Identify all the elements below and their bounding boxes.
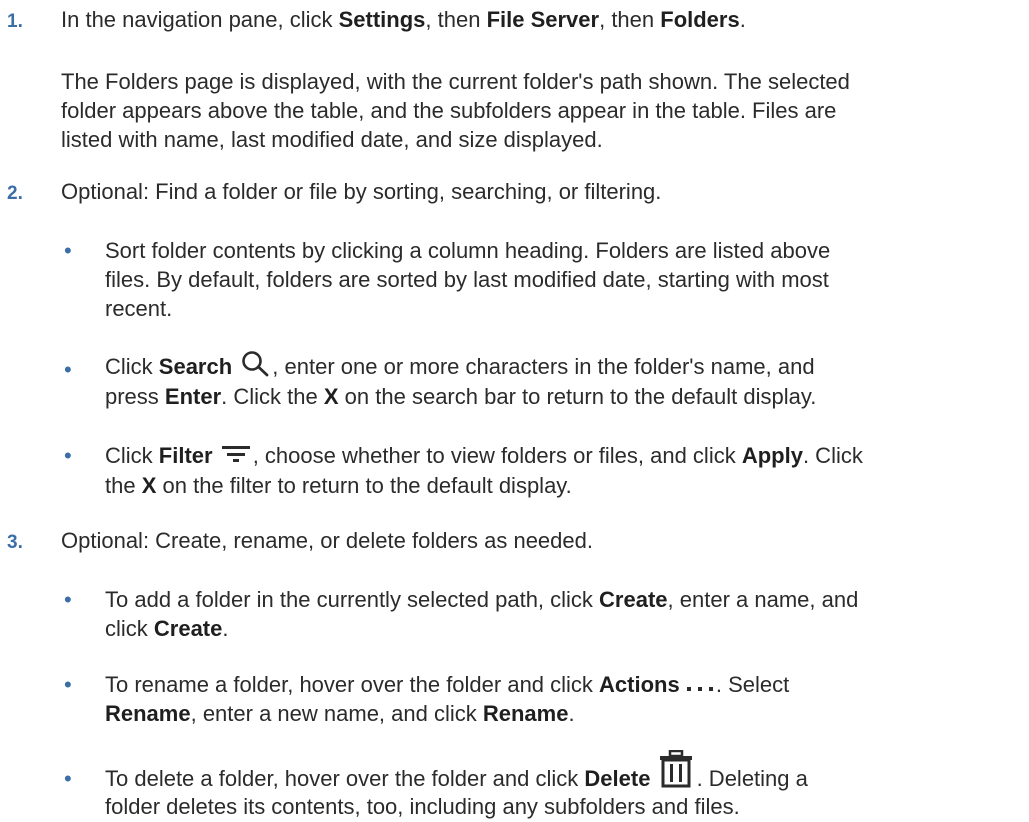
bullet-rename-line-1: To rename a folder, hover over the folde… [105,670,789,700]
bullet-delete-line-1: To delete a folder, hover over the folde… [105,750,808,794]
step-1-number: 1. [7,11,23,32]
filter-label: Filter [158,443,213,468]
bullet-sort-line-1: Sort folder contents by clicking a colum… [105,238,831,263]
text-span: on the filter to return to the default d… [156,473,572,498]
file-server-label: File Server [486,7,600,32]
text-span: . Click [802,443,863,468]
bullet: • [64,672,72,697]
text-span: on the search bar to return to the defau… [338,384,817,409]
ellipsis-icon [686,685,714,693]
text-span: , then [599,7,661,32]
step-1-para-line-2: folder appears above the table, and the … [61,98,837,123]
text-span: . [222,616,229,641]
text-span: To delete a folder, hover over the folde… [105,766,585,791]
text-span: To add a folder in the currently selecte… [105,587,600,612]
rename-label: Rename [105,701,191,726]
step-1-para-line-3: listed with name, last modified date, an… [61,127,603,152]
step-1-text: In the navigation pane, click Settings, … [61,5,746,35]
rename-label: Rename [482,701,569,726]
text-span: In the navigation pane, click [61,7,339,32]
bullet-rename-line-2: Rename, enter a new name, and click Rena… [105,699,575,729]
text-span: , enter a name, and [667,587,859,612]
text-span: Click [105,443,159,468]
bullet: • [64,357,72,382]
settings-label: Settings [338,7,426,32]
step-3-number: 3. [7,532,23,553]
document: 1. In the navigation pane, click Setting… [0,0,1029,819]
text-span: press [105,384,165,409]
search-label: Search [158,354,233,379]
create-label: Create [153,616,223,641]
text-span: . Deleting a [696,766,808,791]
text-span: . [568,701,575,726]
bullet-filter-line-2: the X on the filter to return to the def… [105,471,572,501]
enter-label: Enter [164,384,222,409]
create-label: Create [599,587,668,612]
search-icon [240,350,270,378]
apply-label: Apply [741,443,803,468]
text-span: . Click the [221,384,324,409]
bullet-search-line-1: Click Search , enter one or more charact… [105,350,815,382]
step-2-text: Optional: Find a folder or file by sorti… [61,179,662,204]
bullet-sort-line-2: files. By default, folders are sorted by… [105,267,829,292]
folders-label: Folders [660,7,740,32]
bullet: • [64,587,72,612]
text-span: To rename a folder, hover over the folde… [105,672,600,697]
delete-label: Delete [584,766,651,791]
step-1-para-line-1: The Folders page is displayed, with the … [61,69,850,94]
text-span: , enter a new name, and click [190,701,483,726]
text-span: , then [425,7,487,32]
bullet: • [64,766,72,791]
bullet-delete-line-2: folder deletes its contents, too, includ… [105,794,740,819]
x-label: X [323,384,339,409]
text-span: . Select [715,672,790,697]
text-span: . [739,7,746,32]
bullet-create-line-1: To add a folder in the currently selecte… [105,585,858,615]
text-span: click [105,616,154,641]
bullet: • [64,443,72,468]
step-3-text: Optional: Create, rename, or delete fold… [61,528,593,553]
text-span: , choose whether to view folders or file… [252,443,742,468]
bullet-filter-line-1: Click Filter , choose whether to view fo… [105,441,863,471]
trash-icon [659,750,693,788]
bullet-sort-line-3: recent. [105,296,173,321]
bullet: • [64,238,72,263]
text-span: the [105,473,142,498]
text-span: Click [105,354,159,379]
actions-label: Actions [599,672,680,697]
text-span: , enter one or more characters in the fo… [272,354,815,379]
bullet-search-line-2: press Enter. Click the X on the search b… [105,382,816,412]
step-2-number: 2. [7,183,23,204]
bullet-create-line-2: click Create. [105,614,229,644]
x-label: X [141,473,157,498]
filter-icon [221,444,251,464]
